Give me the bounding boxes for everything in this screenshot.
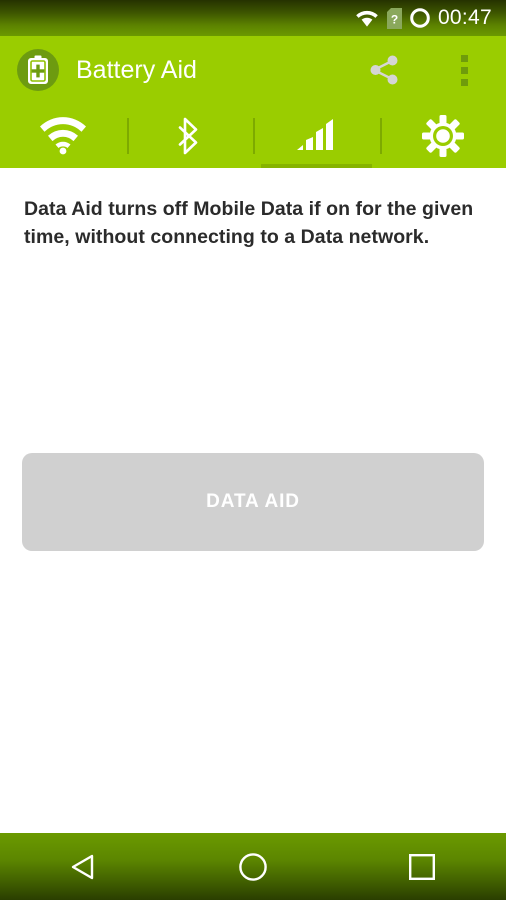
status-bar: ? 00:47 [0,0,506,36]
phone-screen: ? 00:47 Battery Aid Data Aid turns off M… [0,0,506,900]
data-aid-button[interactable]: DATA AID [22,453,484,551]
tab-settings[interactable] [379,104,506,168]
tab-bar [0,104,506,168]
share-icon[interactable] [356,36,412,104]
tab-wifi[interactable] [0,104,127,168]
home-circle-icon [239,852,267,881]
action-bar: Battery Aid [0,36,506,104]
recents-square-icon [408,853,435,880]
tab-data[interactable] [253,104,380,168]
tab-bluetooth[interactable] [126,104,254,168]
description-text: Data Aid turns off Mobile Data if on for… [24,198,474,248]
signal-icon [297,119,334,150]
bluetooth-icon [178,117,198,155]
battery-plus-icon [17,49,59,91]
app-title: Battery Aid [76,55,197,84]
battery-circle-icon [409,7,431,29]
overflow-dot [460,54,468,62]
wifi-icon [40,117,87,155]
navigation-bar [0,833,506,900]
sim-question-icon: ? [386,7,402,29]
status-bar-clock: 00:47 [437,6,492,29]
overflow-dot [460,78,468,86]
content-area: Data Aid turns off Mobile Data if on for… [0,168,506,833]
home-button[interactable] [169,833,338,900]
recents-button[interactable] [337,833,506,900]
overflow-dots [460,54,468,86]
back-button[interactable] [0,833,169,900]
gear-icon [421,115,464,157]
svg-text:?: ? [391,12,398,26]
wifi-icon [354,8,380,28]
overflow-menu-icon[interactable] [436,36,492,104]
overflow-dot [460,66,468,74]
back-triangle-icon [72,854,94,879]
